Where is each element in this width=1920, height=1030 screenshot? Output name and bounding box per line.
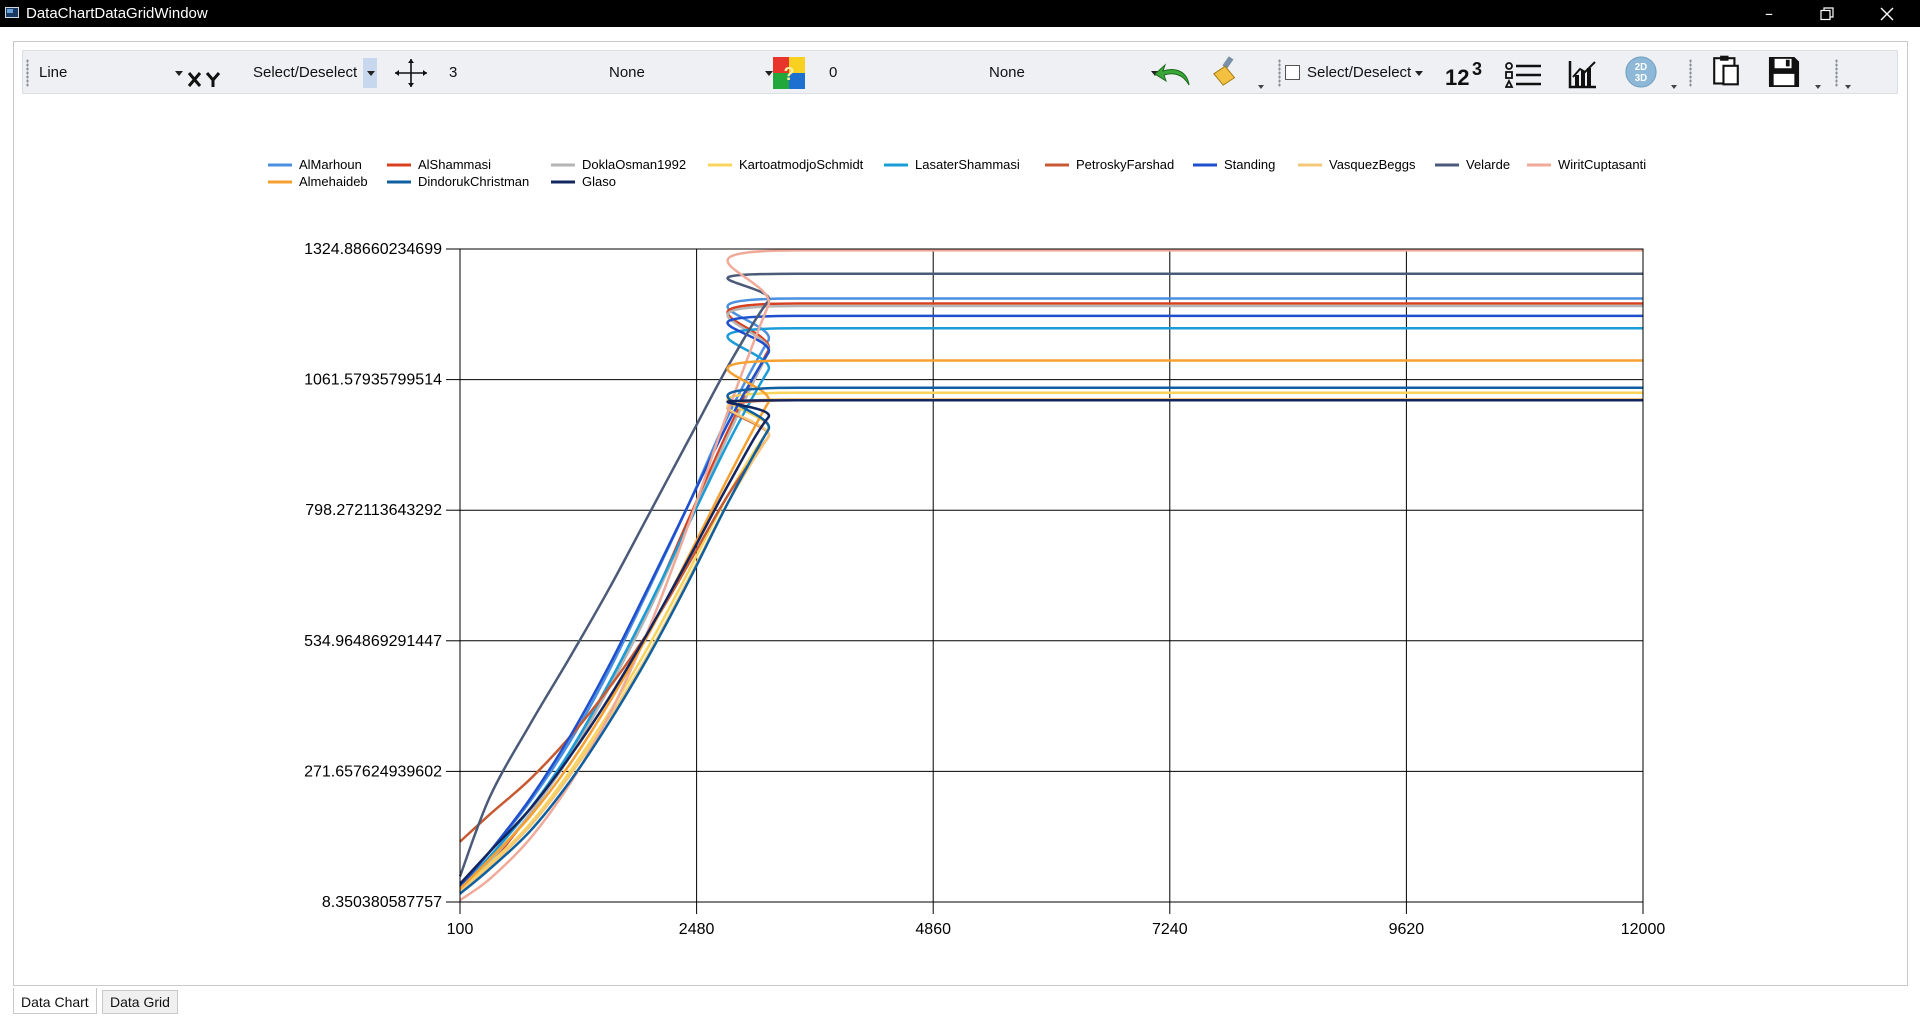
color-picker-icon[interactable]: ? — [773, 57, 805, 89]
move-icon[interactable] — [393, 57, 429, 89]
restore-icon — [1820, 7, 1834, 21]
clear-format-icon[interactable] — [1209, 55, 1245, 87]
restore-button[interactable] — [1798, 0, 1856, 27]
clipboard-icon[interactable] — [1709, 54, 1743, 86]
chevron-down-icon — [1415, 71, 1423, 76]
line-width-combo[interactable]: 0 — [823, 58, 1001, 88]
view-dropdown-icon[interactable] — [1671, 85, 1677, 89]
view-2d-3d-icon[interactable]: 2D 3D — [1623, 56, 1659, 88]
svg-text:?: ? — [784, 64, 795, 84]
undo-icon[interactable] — [1153, 59, 1193, 91]
save-dropdown-icon[interactable] — [1815, 85, 1821, 89]
window-title: DataChartDataGridWindow — [26, 5, 208, 22]
marker-style-combo[interactable]: None — [603, 58, 775, 88]
marker-size-value: 3 — [449, 64, 458, 81]
chevron-down-icon — [175, 71, 183, 76]
marker-style-value: None — [609, 64, 645, 81]
toolbar-grip[interactable] — [1689, 59, 1692, 87]
tab-data-grid[interactable]: Data Grid — [102, 990, 178, 1014]
series-select-value: Select/Deselect — [1307, 64, 1412, 81]
series-select-combo[interactable]: Select/Deselect — [1285, 58, 1425, 88]
series-select-checkbox[interactable] — [1285, 65, 1300, 80]
line-style-combo[interactable]: None — [983, 58, 1161, 88]
axis-select-combo[interactable]: Select/Deselect — [247, 58, 377, 88]
svg-text:3D: 3D — [1635, 73, 1647, 84]
toolbar-overflow-icon[interactable] — [1845, 85, 1851, 89]
close-icon — [1880, 7, 1894, 21]
clear-format-dropdown-icon[interactable] — [1258, 85, 1264, 89]
svg-text:12: 12 — [1445, 65, 1469, 89]
toolbar-grip[interactable] — [1835, 59, 1838, 87]
chart-options-icon[interactable] — [1568, 58, 1598, 90]
save-icon[interactable] — [1767, 56, 1801, 88]
chevron-down-icon — [765, 71, 773, 76]
axis-select-value: Select/Deselect — [253, 64, 358, 81]
minimize-button[interactable]: – — [1740, 0, 1798, 27]
tab-data-chart[interactable]: Data Chart — [13, 988, 97, 1014]
line-style-value: None — [989, 64, 1025, 81]
title-bar: DataChartDataGridWindow – — [0, 0, 1920, 27]
chevron-down-icon — [367, 71, 375, 76]
app-icon — [5, 7, 19, 18]
svg-text:2D: 2D — [1635, 62, 1647, 73]
marker-size-combo[interactable]: 3 — [443, 58, 615, 88]
close-button[interactable] — [1858, 0, 1916, 27]
chart-type-combo[interactable]: Line — [33, 58, 185, 88]
legend-icon[interactable] — [1505, 59, 1543, 91]
data-labels-icon[interactable]: 12 3 — [1443, 57, 1487, 89]
chart-toolbar: Line Select/Deselect 3 None ? 0 None Sel… — [22, 50, 1898, 94]
svg-text:3: 3 — [1472, 59, 1482, 79]
toolbar-grip[interactable] — [1278, 59, 1281, 87]
chart-tab-frame — [13, 41, 1908, 986]
line-width-value: 0 — [829, 64, 838, 81]
chart-type-value: Line — [39, 64, 68, 81]
toolbar-grip[interactable] — [26, 59, 29, 87]
xy-axis-icon[interactable] — [187, 64, 223, 96]
